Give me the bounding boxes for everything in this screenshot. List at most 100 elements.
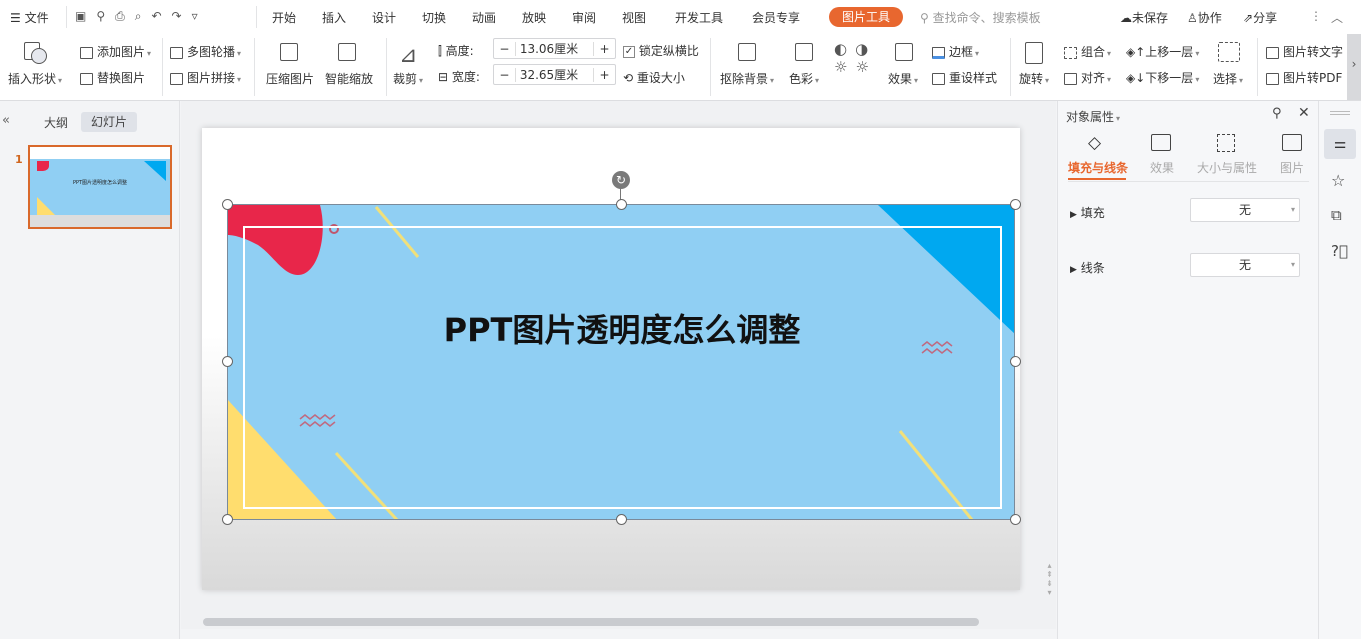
replace-picture-button[interactable]: 替换图片 [80,69,145,86]
selected-picture[interactable]: PPT图片透明度怎么调整 [227,204,1015,520]
tab-design[interactable]: 设计 [372,9,396,26]
resize-handle-nw[interactable] [222,199,233,210]
slide-thumbnail-1[interactable]: PPT图片透明度怎么调整 [28,145,172,229]
select-button[interactable]: 选择▾ [1213,70,1243,87]
smart-zoom-button[interactable]: 智能缩放 [325,70,373,87]
pic-to-text-button[interactable]: 图片转文字 [1266,43,1343,60]
tab-member[interactable]: 会员专享 [752,9,800,26]
increase-height-button[interactable]: + [593,42,615,56]
reset-style-button[interactable]: 重设样式 [932,69,997,86]
brightness-down-icon[interactable]: ☼ [855,58,876,76]
collapse-ribbon-icon[interactable]: ︿ [1331,9,1343,26]
tab-home[interactable]: 开始 [272,9,296,26]
line-dropdown[interactable]: 无▾ [1190,253,1300,277]
tab-slides[interactable]: 幻灯片 [81,112,137,132]
width-stepper[interactable]: −32.65厘米+ [493,64,616,85]
effects-button[interactable]: 效果▾ [888,70,918,87]
tab-slideshow[interactable]: 放映 [522,9,546,26]
carousel-button[interactable]: 多图轮播▾ [170,43,241,60]
align-button[interactable]: 对齐▾ [1064,69,1111,86]
ribbon-scroll-right-icon[interactable]: › [1347,34,1361,100]
close-icon[interactable]: ✕ [1298,105,1310,121]
collapse-panel-icon[interactable]: « [2,113,10,128]
remove-bg-button[interactable]: 抠除背景▾ [720,70,774,87]
tab-insert[interactable]: 插入 [322,9,346,26]
decrease-height-button[interactable]: − [494,42,516,56]
expand-arrow-icon: ▶ [1070,210,1077,220]
tab-transitions[interactable]: 切换 [422,9,446,26]
help-icon[interactable]: ?⃝ [1331,242,1348,260]
group-button[interactable]: 组合▾ [1064,43,1111,60]
tab-picture-tools[interactable]: 图片工具 [829,7,903,27]
fill-dropdown[interactable]: 无▾ [1190,198,1300,222]
pin-icon[interactable]: ⚲ [1272,106,1282,121]
search-box[interactable]: ⚲ 查找命令、搜索模板 [920,9,1041,26]
properties-icon[interactable]: ⚌ [1324,129,1356,159]
color-button[interactable]: 色彩▾ [789,70,819,87]
format-painter-icon[interactable]: ⚲ [96,9,115,23]
tab-picture[interactable]: 图片 [1280,159,1304,176]
line-section-toggle[interactable]: ▶ 线条 [1070,259,1105,276]
slide-title[interactable]: PPT图片透明度怎么调整 [228,305,1015,351]
tab-fill-line[interactable]: 填充与线条 [1068,159,1128,176]
undo-icon[interactable]: ↶ [151,9,171,23]
panel-title[interactable]: 对象属性▾ [1066,108,1120,125]
rotate-button[interactable]: 旋转▾ [1019,70,1049,87]
border-button[interactable]: 边框▾ [932,43,979,60]
tab-developer[interactable]: 开发工具 [675,9,723,26]
resize-handle-w[interactable] [222,356,233,367]
lock-ratio-checkbox[interactable]: ✓ 锁定纵横比 [623,42,699,59]
more-icon[interactable]: ⋮ [1310,9,1322,23]
file-menu[interactable]: ☰ 文件 [10,9,49,26]
crop-button[interactable]: 裁剪▾ [393,70,423,87]
tab-size-properties[interactable]: 大小与属性 [1197,159,1257,176]
compress-button[interactable]: 压缩图片 [266,70,314,87]
bring-forward-button[interactable]: ◈↑上移一层▾ [1126,43,1199,60]
redo-icon[interactable]: ↷ [172,9,192,23]
tab-effects[interactable]: 效果 [1150,159,1174,176]
horizontal-scrollbar[interactable] [181,615,1056,629]
print-preview-icon[interactable]: ⌕ [135,9,152,23]
unsaved-button[interactable]: ☁未保存 [1120,9,1168,26]
resize-handle-ne[interactable] [1010,199,1021,210]
insert-shape-button[interactable]: 插入形状▾ [8,70,62,87]
width-input[interactable]: 32.65厘米 [516,66,593,83]
fill-section-toggle[interactable]: ▶ 填充 [1070,204,1105,221]
scrollbar-thumb[interactable] [203,618,979,626]
slide-switch-icon[interactable]: ⧉ [1331,206,1342,224]
send-backward-button[interactable]: ◈↓下移一层▾ [1126,69,1199,86]
decrease-width-button[interactable]: − [494,68,516,82]
collage-button[interactable]: 图片拼接▾ [170,69,241,86]
animation-star-icon[interactable]: ☆ [1331,171,1345,190]
customize-icon[interactable]: ▿ [192,9,208,23]
collab-button[interactable]: ♙协作 [1187,9,1222,26]
height-stepper[interactable]: −13.06厘米+ [493,38,616,59]
tab-outline[interactable]: 大纲 [44,114,68,131]
border-label: 边框 [949,45,973,59]
resize-handle-n[interactable] [616,199,627,210]
brightness-contrast-buttons[interactable]: ◐◑☼☼ [834,40,877,76]
add-picture-button[interactable]: 添加图片▾ [80,43,151,60]
print-icon[interactable]: ⎙ [115,9,135,23]
share-button[interactable]: ⇗分享 [1243,9,1277,26]
tab-view[interactable]: 视图 [622,9,646,26]
pic-to-pdf-button[interactable]: 图片转PDF [1266,69,1342,86]
brightness-up-icon[interactable]: ☼ [834,58,855,76]
rotate-handle-icon[interactable]: ↻ [612,171,630,189]
vertical-scrollbar[interactable]: ▴⇞⇟▾ [1043,101,1056,615]
increase-width-button[interactable]: + [593,68,615,82]
drag-handle-icon[interactable] [1330,111,1350,115]
contrast-down-icon[interactable]: ◑ [855,40,876,58]
line-label: 线条 [1081,261,1105,275]
resize-handle-se[interactable] [1010,514,1021,525]
save-icon[interactable]: ▣ [75,9,96,23]
reset-size-button[interactable]: ⟲ 重设大小 [623,69,685,86]
contrast-up-icon[interactable]: ◐ [834,40,855,58]
resize-handle-e[interactable] [1010,356,1021,367]
tab-review[interactable]: 审阅 [572,9,596,26]
resize-handle-s[interactable] [616,514,627,525]
ribbon: 插入形状▾ 添加图片▾ 替换图片 多图轮播▾ 图片拼接▾ 压缩图片 智能缩放 ⊿… [0,34,1361,101]
resize-handle-sw[interactable] [222,514,233,525]
height-input[interactable]: 13.06厘米 [516,40,593,57]
tab-animation[interactable]: 动画 [472,9,496,26]
